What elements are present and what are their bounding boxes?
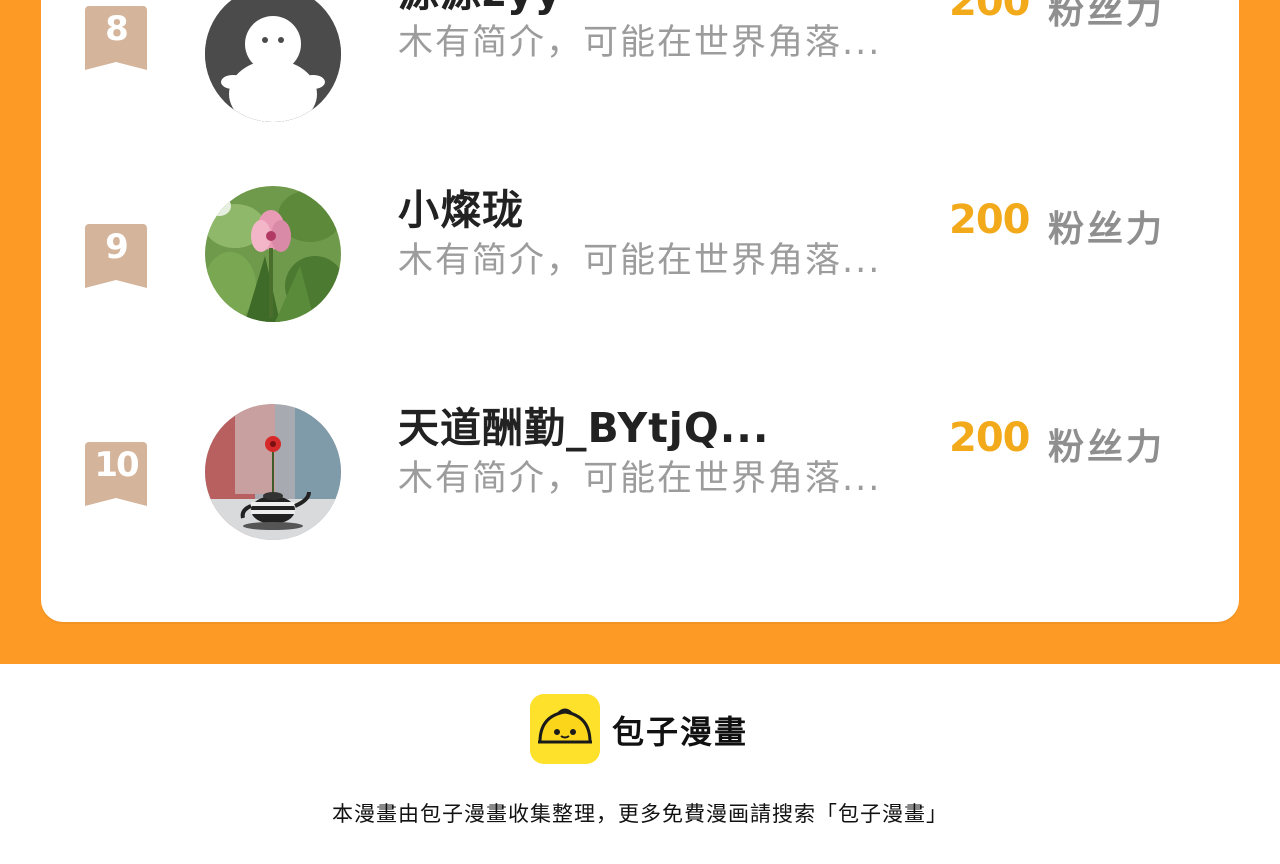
brand[interactable]: 包子漫畫 (530, 694, 770, 764)
teapot-photo-avatar-icon (205, 404, 341, 540)
ranking-card: 8 源源zyy 木有简介，可能在世界角落... 200 粉丝力 9 (41, 0, 1239, 622)
user-name[interactable]: 天道酬勤_BYtjQ... (398, 394, 769, 454)
user-avatar[interactable] (205, 186, 341, 322)
user-bio: 木有简介，可能在世界角落... (398, 459, 882, 499)
rank-number: 10 (94, 445, 139, 485)
fan-power-unit: 粉丝力 (1048, 427, 1166, 468)
default-avatar-icon (205, 0, 341, 122)
flower-photo-avatar-icon (205, 186, 341, 322)
ranking-row[interactable]: 8 源源zyy 木有简介，可能在世界角落... 200 粉丝力 (41, 0, 1239, 122)
user-bio: 木有简介，可能在世界角落... (398, 23, 882, 63)
fan-power-value: 200 (949, 415, 1030, 461)
brand-name: 包子漫畫 (612, 713, 749, 751)
rank-number: 8 (105, 9, 129, 49)
fan-power-value: 200 (949, 0, 1030, 25)
footer-notice: 本漫畫由包子漫畫收集整理，更多免費漫画請搜索「包子漫畫」 (332, 802, 948, 826)
user-avatar[interactable] (205, 0, 341, 122)
fan-power-value: 200 (949, 197, 1030, 243)
rank-badge: 9 (85, 224, 147, 288)
rank-badge: 10 (85, 442, 147, 506)
bun-logo-icon (530, 694, 600, 764)
fan-power-unit: 粉丝力 (1048, 209, 1166, 250)
rank-badge: 8 (85, 6, 147, 70)
ranking-row[interactable]: 10 天道酬勤_BYtjQ... 木有简介，可能在世界角落... 200 粉丝力 (41, 376, 1239, 540)
user-bio: 木有简介，可能在世界角落... (398, 241, 882, 281)
user-avatar[interactable] (205, 404, 341, 540)
rank-number: 9 (105, 227, 129, 267)
fan-power-unit: 粉丝力 (1048, 0, 1166, 32)
ranking-row[interactable]: 9 小燦珑 木有简介，可能在世界角落... 200 粉丝力 (41, 158, 1239, 322)
user-name[interactable]: 小燦珑 (398, 176, 524, 236)
